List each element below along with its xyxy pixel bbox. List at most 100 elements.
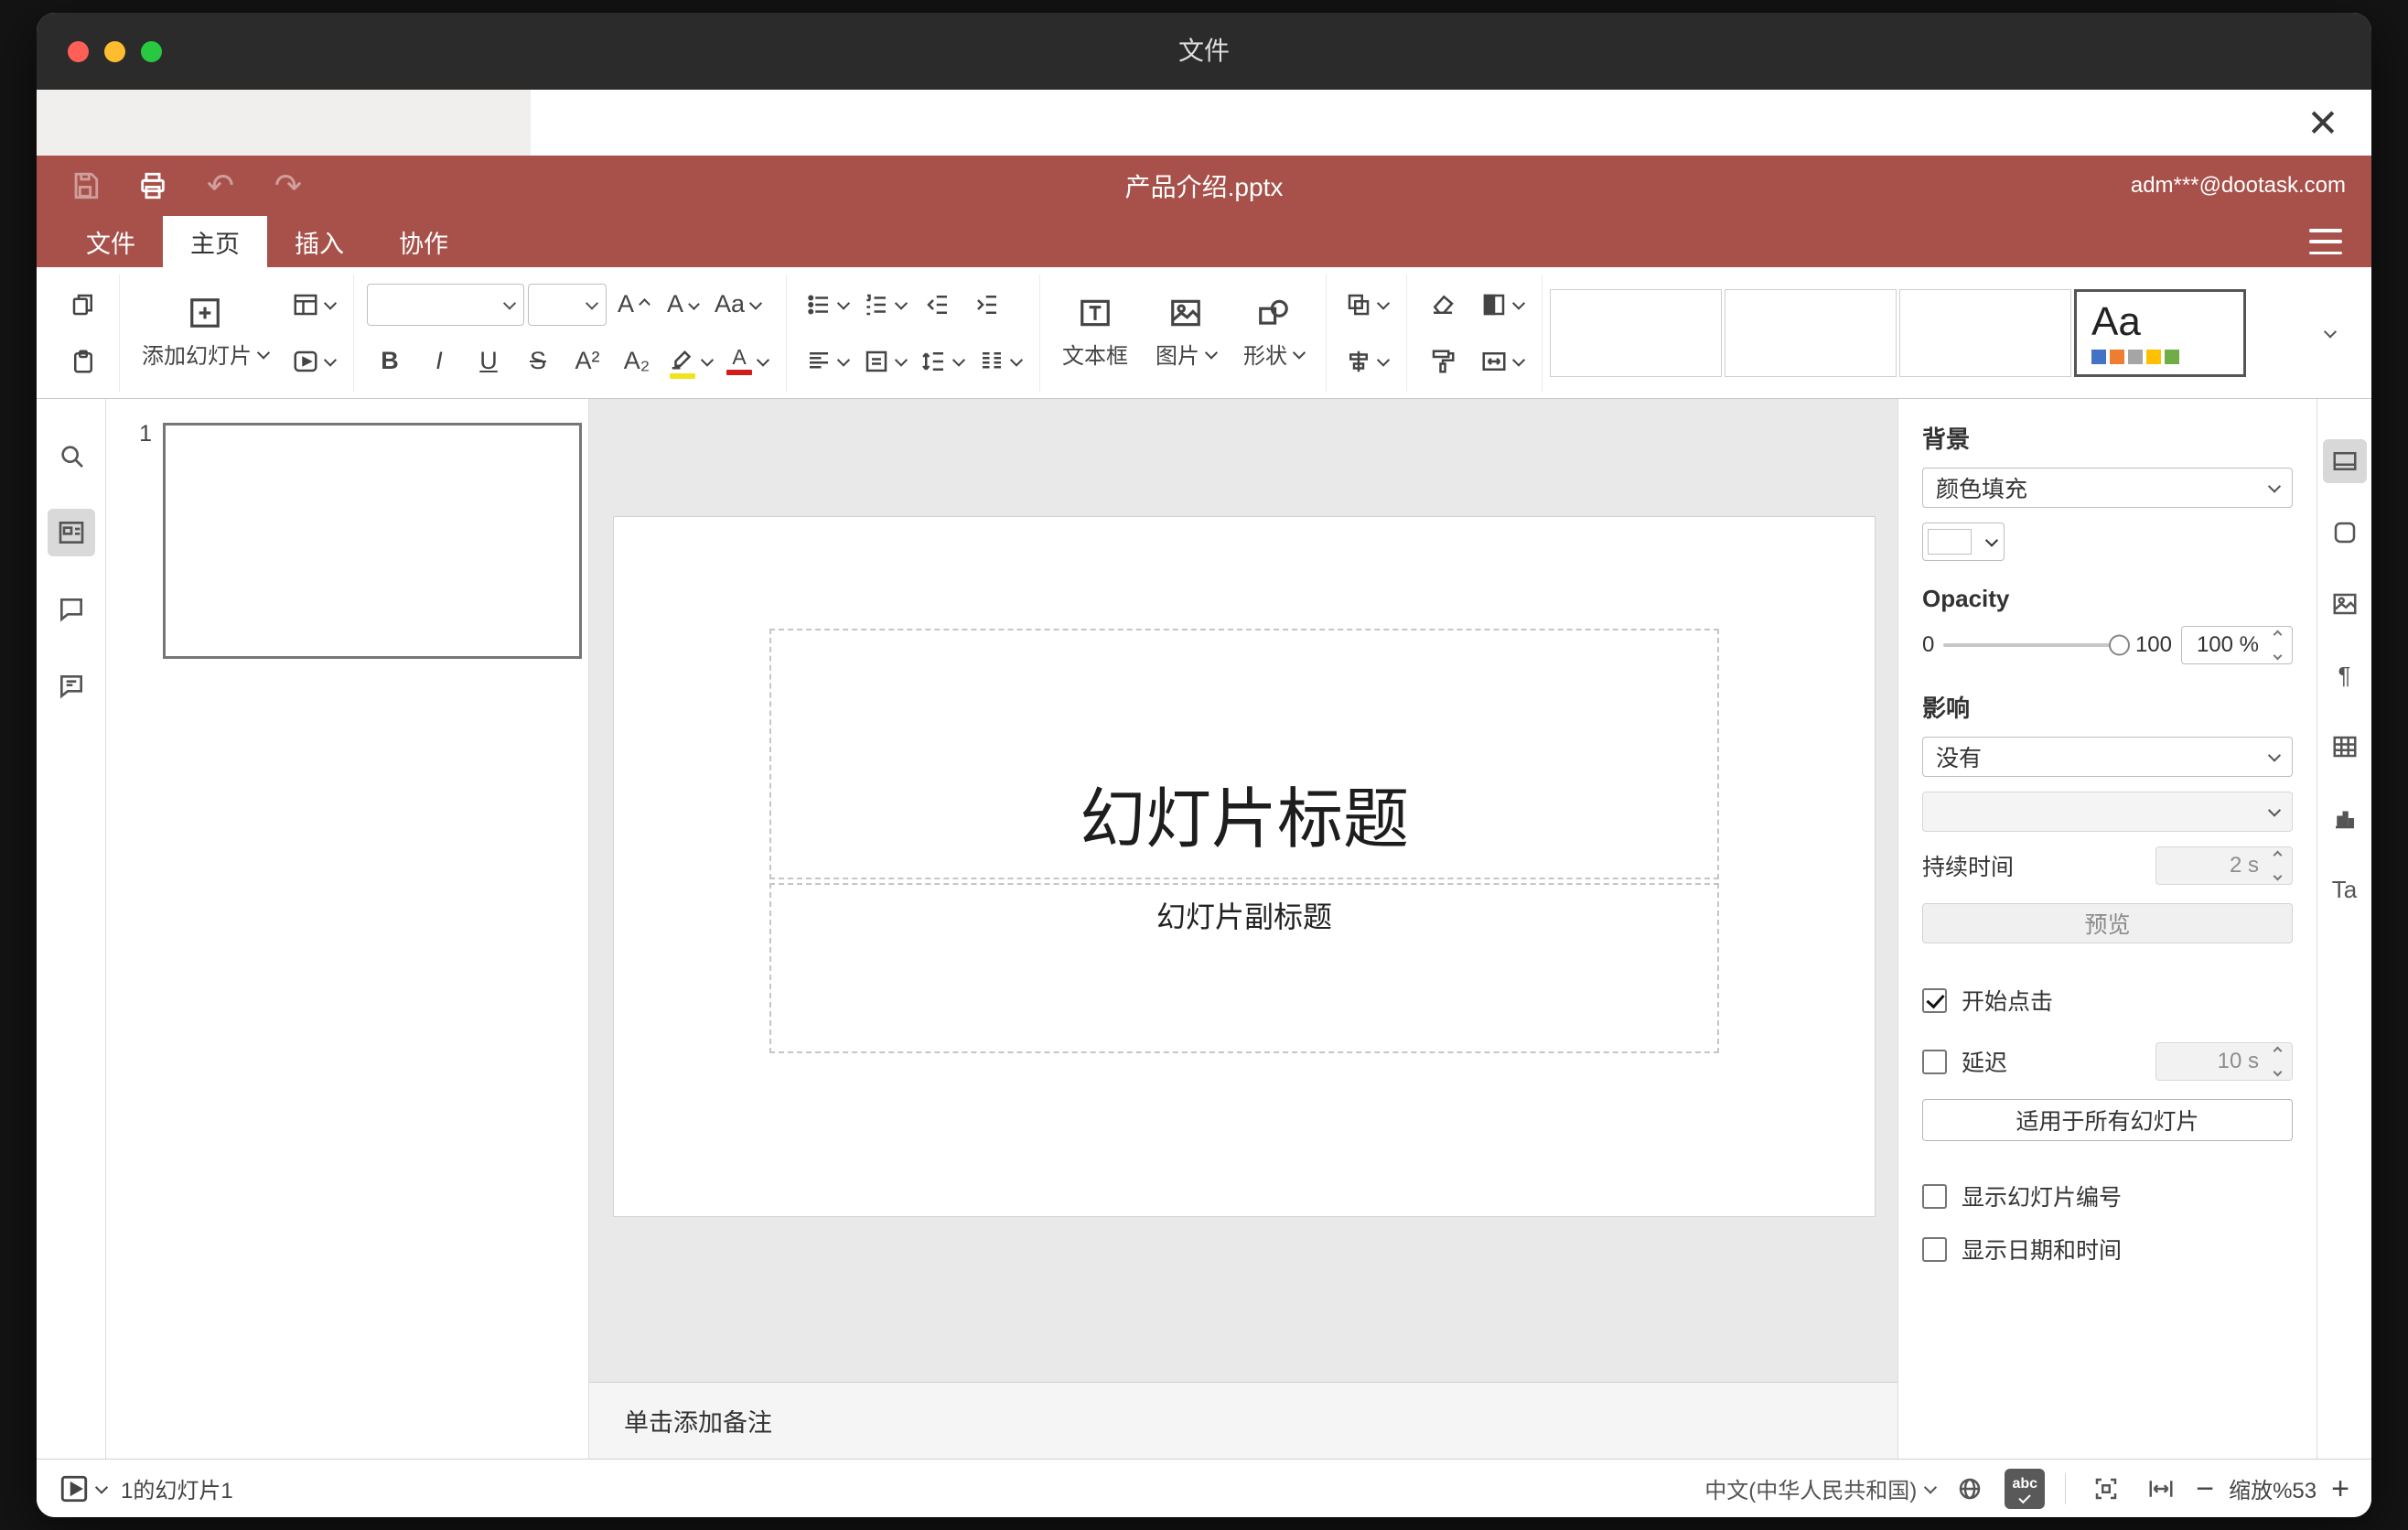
highlighter-icon <box>672 350 692 369</box>
bullets-dropdown[interactable] <box>800 281 854 329</box>
duration-spinner[interactable]: 2 s <box>2155 846 2293 885</box>
title-placeholder[interactable]: 幻灯片标题 <box>769 629 1719 879</box>
subscript-button[interactable]: A₂ <box>614 338 660 385</box>
italic-button[interactable]: I <box>416 338 462 385</box>
show-datetime-checkbox[interactable] <box>1922 1236 1947 1262</box>
image-settings-tab[interactable] <box>2323 582 2367 626</box>
effect-type-dropdown[interactable] <box>1922 792 2293 832</box>
language-selector[interactable]: 中文(中华人民共和国) <box>1704 1472 1938 1504</box>
slide-canvas[interactable]: 幻灯片标题 幻灯片副标题 <box>613 516 1876 1217</box>
add-slide-button[interactable]: 添加幻灯片 <box>133 279 277 387</box>
fit-slide-button[interactable] <box>2086 1469 2126 1509</box>
insert-textbox-button[interactable]: 文本框 <box>1053 279 1137 387</box>
fill-color-dropdown[interactable] <box>1922 523 2005 561</box>
slideshow-dropdown[interactable] <box>286 338 340 385</box>
subtitle-placeholder[interactable]: 幻灯片副标题 <box>769 883 1719 1053</box>
font-size-combo[interactable] <box>528 283 607 326</box>
tab-file[interactable]: 文件 <box>59 216 163 267</box>
arrange-shape-dropdown[interactable] <box>1339 281 1393 329</box>
delay-checkbox[interactable] <box>1922 1049 1947 1074</box>
copy-style-button[interactable] <box>1420 338 1466 385</box>
spinner-arrows[interactable] <box>2269 630 2285 661</box>
columns-dropdown[interactable] <box>973 338 1027 385</box>
horizontal-align-dropdown[interactable] <box>800 338 854 385</box>
effect-dropdown[interactable]: 没有 <box>1922 737 2293 777</box>
close-icon[interactable]: ✕ <box>2300 100 2346 145</box>
textart-settings-tab[interactable]: Ta <box>2323 867 2367 911</box>
apply-to-all-slides-button[interactable]: 适用于所有幻灯片 <box>1922 1099 2293 1141</box>
spellcheck-button[interactable]: abc <box>2005 1468 2046 1509</box>
line-spacing-dropdown[interactable] <box>915 338 969 385</box>
start-slideshow-button[interactable] <box>59 1473 109 1504</box>
clear-style-button[interactable] <box>1420 281 1466 329</box>
slide-size-dropdown[interactable] <box>1475 338 1529 385</box>
theme-tile-selected[interactable]: Aa <box>2074 288 2246 377</box>
font-color-letter: A <box>732 345 747 369</box>
theme-tile[interactable] <box>1550 288 1722 377</box>
theme-tile[interactable] <box>1725 288 1897 377</box>
slide-thumbnail-1[interactable] <box>163 423 582 659</box>
opacity-spinner[interactable]: 100 % <box>2181 626 2293 664</box>
change-case-dropdown[interactable]: Aa <box>709 281 766 329</box>
highlight-color-dropdown[interactable] <box>663 338 717 385</box>
strikethrough-button[interactable]: S <box>515 338 561 385</box>
slide-settings-tab[interactable] <box>2322 439 2367 483</box>
feedback-button[interactable] <box>48 663 95 710</box>
comments-button[interactable] <box>48 586 95 633</box>
preview-button[interactable]: 预览 <box>1922 903 2293 943</box>
font-color-dropdown[interactable]: A <box>721 338 773 385</box>
fill-type-dropdown[interactable]: 颜色填充 <box>1922 468 2293 508</box>
fit-width-button[interactable] <box>2141 1469 2181 1509</box>
print-button[interactable] <box>130 163 176 209</box>
paste-button[interactable] <box>60 338 106 385</box>
font-name-combo[interactable] <box>367 283 524 326</box>
insert-image-dropdown[interactable]: 图片 <box>1146 279 1225 387</box>
tab-collaboration[interactable]: 协作 <box>371 216 476 267</box>
show-slide-number-checkbox[interactable] <box>1922 1183 1947 1209</box>
bold-button[interactable]: B <box>367 338 413 385</box>
numbering-dropdown[interactable] <box>857 281 911 329</box>
tab-home[interactable]: 主页 <box>163 216 267 267</box>
notes-area[interactable]: 单击添加备注 <box>589 1382 1897 1459</box>
save-button[interactable] <box>62 163 108 209</box>
font-group: A A Aa B I U S A² A₂ A <box>354 274 787 392</box>
insert-shape-dropdown[interactable]: 形状 <box>1234 279 1313 387</box>
hamburger-menu-icon[interactable] <box>2309 229 2342 254</box>
chart-settings-tab[interactable] <box>2323 796 2367 840</box>
decrement-font-button[interactable]: A <box>660 281 705 329</box>
increase-indent-button[interactable] <box>964 281 1010 329</box>
chevron-down-icon <box>1984 533 1999 547</box>
set-language-button[interactable] <box>1950 1469 1990 1509</box>
subheader-strip: ✕ <box>37 90 2371 156</box>
main-toolbar: 添加幻灯片 A A Aa B I U S A² A₂ A 文本框 图片 形状 A… <box>37 267 2371 399</box>
color-scheme-dropdown[interactable] <box>1475 281 1529 329</box>
superscript-button[interactable]: A² <box>564 338 610 385</box>
zoom-in-button[interactable]: + <box>2331 1473 2349 1504</box>
start-on-click-checkbox[interactable] <box>1922 987 1947 1013</box>
increment-font-button[interactable]: A <box>610 281 656 329</box>
zoom-out-button[interactable]: − <box>2196 1473 2214 1504</box>
underline-button[interactable]: U <box>466 338 511 385</box>
slides-panel-button[interactable] <box>47 509 95 556</box>
slide-group: 添加幻灯片 <box>120 274 354 392</box>
decrease-indent-button[interactable] <box>915 281 961 329</box>
search-button[interactable] <box>48 432 95 479</box>
copy-button[interactable] <box>60 281 106 329</box>
align-shape-dropdown[interactable] <box>1339 338 1393 385</box>
theme-tile[interactable] <box>1899 288 2071 377</box>
slide-layout-dropdown[interactable] <box>286 281 340 329</box>
tab-insert[interactable]: 插入 <box>267 216 371 267</box>
undo-button[interactable]: ↶ <box>198 163 243 209</box>
opacity-slider[interactable] <box>1943 634 2130 656</box>
bold-icon: B <box>381 347 399 374</box>
table-settings-tab[interactable] <box>2323 725 2367 769</box>
opacity-slider-knob[interactable] <box>2108 634 2130 656</box>
spinner-arrows[interactable] <box>2269 1046 2285 1077</box>
shape-settings-tab[interactable] <box>2323 511 2367 555</box>
paragraph-settings-tab[interactable]: ¶ <box>2323 653 2367 697</box>
delay-spinner[interactable]: 10 s <box>2155 1042 2293 1081</box>
spinner-arrows[interactable] <box>2269 850 2285 881</box>
theme-gallery-expand-button[interactable] <box>2307 289 2353 377</box>
vertical-align-dropdown[interactable] <box>857 338 911 385</box>
redo-button[interactable]: ↷ <box>265 163 311 209</box>
